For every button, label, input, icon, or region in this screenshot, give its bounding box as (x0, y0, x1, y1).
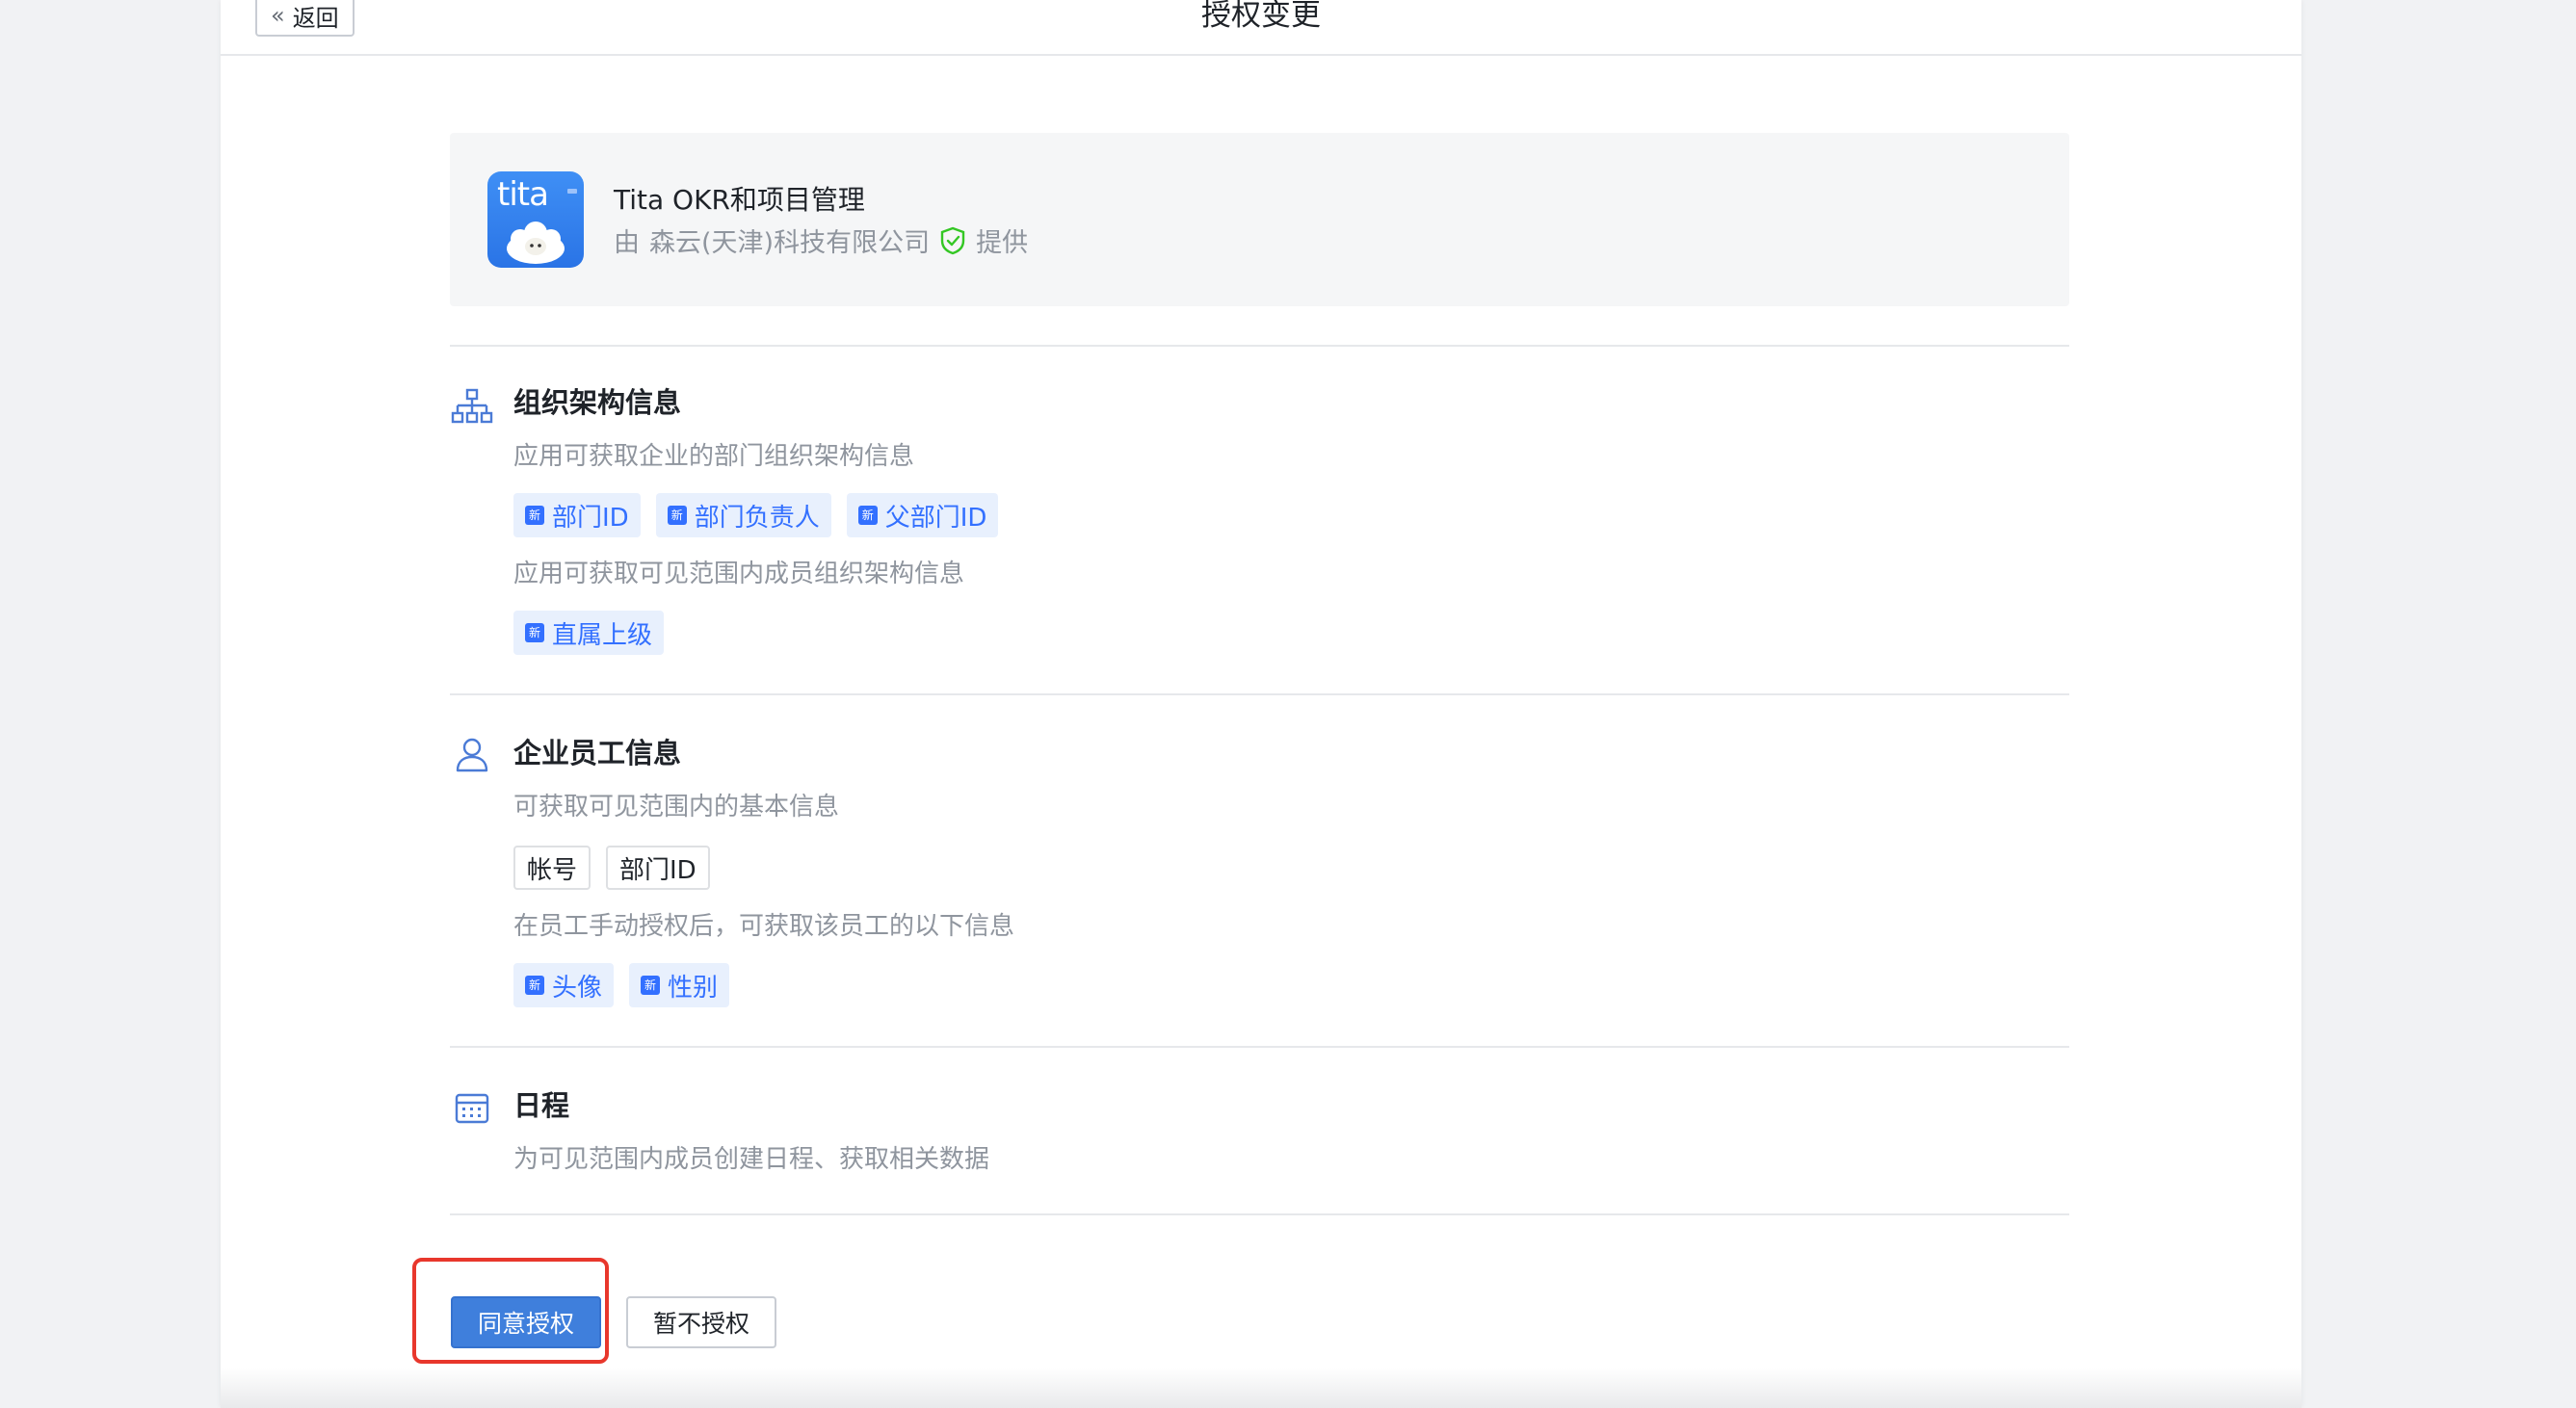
tag-list: 新直属上级 (513, 611, 2069, 655)
divider (450, 1213, 2069, 1215)
new-badge: 新 (857, 506, 878, 525)
page-title: 授权变更 (1201, 0, 1321, 33)
tag-dept-id: 部门ID (606, 846, 710, 890)
tag-label: 帐号 (527, 855, 578, 885)
tag-label: 部门ID (619, 855, 697, 885)
tag-label: 父部门ID (884, 503, 987, 533)
tag-label: 部门负责人 (694, 503, 820, 533)
section-desc: 在员工手动授权后，可获取该员工的以下信息 (513, 912, 1015, 941)
bottom-shadow (221, 1368, 2301, 1408)
tag-list: 帐号 部门ID (513, 846, 2069, 890)
provider-name: 森云(天津)科技有限公司 (649, 228, 931, 258)
new-badge: 新 (641, 976, 661, 995)
top-bar: « 返回 授权变更 (221, 0, 2301, 56)
tag-gender: 新性别 (629, 963, 730, 1007)
provider-suffix: 提供 (976, 228, 1029, 258)
section-desc: 应用可获取可见范围内成员组织架构信息 (513, 560, 965, 588)
new-badge: 新 (525, 506, 544, 525)
section-title: 日程 (513, 1089, 570, 1122)
section-calendar: 日程 为可见范围内成员创建日程、获取相关数据 (450, 1048, 2069, 1213)
tag-account: 帐号 (513, 846, 591, 890)
section-desc: 为可见范围内成员创建日程、获取相关数据 (513, 1145, 990, 1174)
tag-dept-id: 新部门ID (513, 493, 641, 537)
agree-authorize-button[interactable]: 同意授权 (451, 1296, 602, 1348)
section-desc: 可获取可见范围内的基本信息 (513, 793, 840, 821)
content-area: tita Tita OKR和项目管理 由 森云(天津)科技有限公司 提供 组织架… (450, 133, 2069, 1215)
tag-list: 新头像 新性别 (513, 963, 2069, 1007)
tag-dept-leader: 新部门负责人 (655, 493, 831, 537)
action-bar: 同意授权 暂不授权 (451, 1296, 777, 1348)
section-title: 企业员工信息 (513, 737, 682, 769)
tag-label: 直属上级 (552, 620, 653, 650)
provider-prefix: 由 (614, 228, 640, 258)
org-chart-icon (450, 385, 494, 430)
app-provider: 由 森云(天津)科技有限公司 提供 (614, 222, 1028, 259)
app-logo: tita (487, 171, 584, 268)
app-name: Tita OKR和项目管理 (614, 184, 865, 216)
tag-direct-manager: 新直属上级 (513, 611, 665, 655)
decline-authorize-button[interactable]: 暂不授权 (626, 1296, 777, 1348)
section-desc: 应用可获取企业的部门组织架构信息 (513, 442, 915, 471)
new-badge: 新 (667, 506, 687, 525)
section-title: 组织架构信息 (513, 386, 682, 419)
tag-label: 部门ID (552, 503, 629, 533)
tag-parent-dept-id: 新父部门ID (846, 493, 999, 537)
tag-label: 头像 (552, 973, 603, 1003)
user-icon (450, 732, 494, 776)
sheep-mascot-icon (507, 189, 577, 264)
verified-shield-icon (940, 226, 965, 254)
new-badge: 新 (525, 976, 544, 995)
tag-avatar: 新头像 (513, 963, 615, 1007)
section-org-structure: 组织架构信息 应用可获取企业的部门组织架构信息 新部门ID 新部门负责人 新父部… (450, 347, 2069, 693)
calendar-icon (450, 1086, 494, 1131)
section-employee-info: 企业员工信息 可获取可见范围内的基本信息 帐号 部门ID 在员工手动授权后，可获… (450, 695, 2069, 1046)
tag-label: 性别 (668, 973, 719, 1003)
app-info-card: tita Tita OKR和项目管理 由 森云(天津)科技有限公司 提供 (450, 133, 2069, 306)
new-badge: 新 (525, 623, 544, 642)
tag-list: 新部门ID 新部门负责人 新父部门ID (513, 493, 2069, 537)
